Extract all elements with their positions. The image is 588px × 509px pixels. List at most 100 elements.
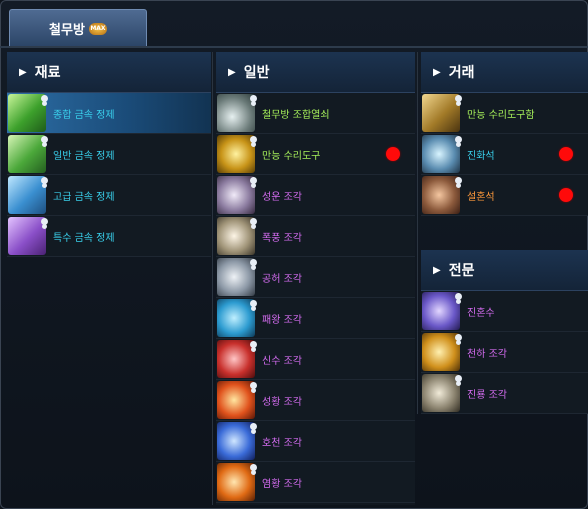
person-icon <box>453 175 463 185</box>
item-label: 패왕 조각 <box>262 314 302 326</box>
person-icon <box>453 291 463 301</box>
general-header: ▶ 일반 <box>216 52 415 93</box>
ingot-blue-icon <box>8 176 46 214</box>
person-icon <box>248 175 258 185</box>
item-label: 호천 조각 <box>262 437 302 449</box>
list-item[interactable]: 염황 조각 <box>216 462 415 503</box>
item-label: 일반 금속 정제 <box>53 150 115 162</box>
list-item[interactable]: 만능 수리도구함 <box>421 93 588 134</box>
item-label: 진룡 조각 <box>467 389 507 401</box>
person-icon <box>39 93 49 103</box>
list-item[interactable]: 호천 조각 <box>216 421 415 462</box>
soul-stone-icon <box>422 176 460 214</box>
list-item[interactable]: 진혼수 <box>421 291 588 332</box>
materials-column: ▶ 재료 종합 금속 정제일반 금속 정제고급 금속 정제특수 금속 정제 <box>7 52 211 257</box>
materials-header-label: 재료 <box>34 65 61 81</box>
person-icon <box>248 257 258 267</box>
person-icon <box>248 216 258 226</box>
max-badge-icon: MAX <box>88 22 107 35</box>
person-icon <box>453 93 463 103</box>
list-item[interactable]: 신수 조각 <box>216 339 415 380</box>
item-label: 신수 조각 <box>262 355 302 367</box>
expert-column: ▶ 전문 진혼수천하 조각진룡 조각 <box>421 250 588 414</box>
notification-dot-icon <box>559 147 573 161</box>
sacred-fragment-icon <box>217 381 255 419</box>
tab-underline <box>0 46 588 48</box>
list-item[interactable]: 일반 금속 정제 <box>7 134 211 175</box>
list-item[interactable]: 성운 조각 <box>216 175 415 216</box>
evolution-stone-icon <box>422 135 460 173</box>
repair-tool-icon <box>217 135 255 173</box>
list-item[interactable]: 종합 금속 정제 <box>7 93 211 134</box>
list-item[interactable]: 만능 수리도구 <box>216 134 415 175</box>
item-label: 염황 조각 <box>262 478 302 490</box>
person-icon <box>453 134 463 144</box>
trade-header: ▶ 거래 <box>421 52 588 93</box>
person-icon <box>248 93 258 103</box>
general-header-label: 일반 <box>243 65 270 81</box>
list-item[interactable]: 천하 조각 <box>421 332 588 373</box>
list-item[interactable]: 특수 금속 정제 <box>7 216 211 257</box>
item-label: 만능 수리도구함 <box>467 109 535 121</box>
true-dragon-fragment-icon <box>422 374 460 412</box>
item-label: 공허 조각 <box>262 273 302 285</box>
play-arrow-icon: ▶ <box>433 264 441 276</box>
item-label: 천하 조각 <box>467 348 507 360</box>
item-label: 성운 조각 <box>262 191 302 203</box>
column-divider <box>212 52 213 505</box>
person-icon <box>248 421 258 431</box>
storm-fragment-icon <box>217 217 255 255</box>
general-column: ▶ 일반 철무방 조합열쇠만능 수리도구성운 조각폭풍 조각공허 조각패왕 조각… <box>216 52 415 505</box>
item-label: 진화석 <box>467 150 495 162</box>
expert-header: ▶ 전문 <box>421 250 588 291</box>
list-item[interactable]: 설혼석 <box>421 175 588 216</box>
notification-dot-icon <box>559 188 573 202</box>
list-item[interactable]: 철무방 조합열쇠 <box>216 93 415 134</box>
flame-fragment-icon <box>217 463 255 501</box>
person-icon <box>39 134 49 144</box>
play-arrow-icon: ▶ <box>19 66 27 78</box>
key-icon <box>217 94 255 132</box>
person-icon <box>248 462 258 472</box>
realm-fragment-icon <box>422 333 460 371</box>
play-arrow-icon: ▶ <box>433 66 441 78</box>
trade-column: ▶ 거래 만능 수리도구함진화석설혼석 <box>421 52 588 216</box>
expert-header-label: 전문 <box>448 263 475 279</box>
divine-beast-fragment-icon <box>217 340 255 378</box>
item-label: 고급 금속 정제 <box>53 191 115 203</box>
person-icon <box>248 298 258 308</box>
list-item[interactable]: 성황 조각 <box>216 380 415 421</box>
ingot-green-icon <box>8 94 46 132</box>
item-label: 종합 금속 정제 <box>53 109 115 121</box>
list-item[interactable]: 진화석 <box>421 134 588 175</box>
item-label: 폭풍 조각 <box>262 232 302 244</box>
trade-header-label: 거래 <box>448 65 475 81</box>
list-item[interactable]: 진룡 조각 <box>421 373 588 414</box>
sky-fragment-icon <box>217 422 255 460</box>
materials-header: ▶ 재료 <box>7 52 211 93</box>
item-label: 진혼수 <box>467 307 495 319</box>
item-label: 철무방 조합열쇠 <box>262 109 330 121</box>
item-label: 특수 금속 정제 <box>53 232 115 244</box>
item-label: 만능 수리도구 <box>262 150 321 162</box>
person-icon <box>453 332 463 342</box>
item-label: 성황 조각 <box>262 396 302 408</box>
column-divider <box>417 52 418 414</box>
list-item[interactable]: 폭풍 조각 <box>216 216 415 257</box>
repair-chest-icon <box>422 94 460 132</box>
tab-label: 철무방 <box>49 23 85 38</box>
person-icon <box>248 339 258 349</box>
person-icon <box>39 175 49 185</box>
person-icon <box>248 380 258 390</box>
list-item[interactable]: 고급 금속 정제 <box>7 175 211 216</box>
void-fragment-icon <box>217 258 255 296</box>
person-icon <box>453 373 463 383</box>
person-icon <box>39 216 49 226</box>
ingot-g-icon <box>8 135 46 173</box>
tab-cheolmubang[interactable]: 철무방 MAX <box>9 9 147 48</box>
requiem-water-icon <box>422 292 460 330</box>
play-arrow-icon: ▶ <box>228 66 236 78</box>
list-item[interactable]: 공허 조각 <box>216 257 415 298</box>
list-item[interactable]: 패왕 조각 <box>216 298 415 339</box>
person-icon <box>248 134 258 144</box>
